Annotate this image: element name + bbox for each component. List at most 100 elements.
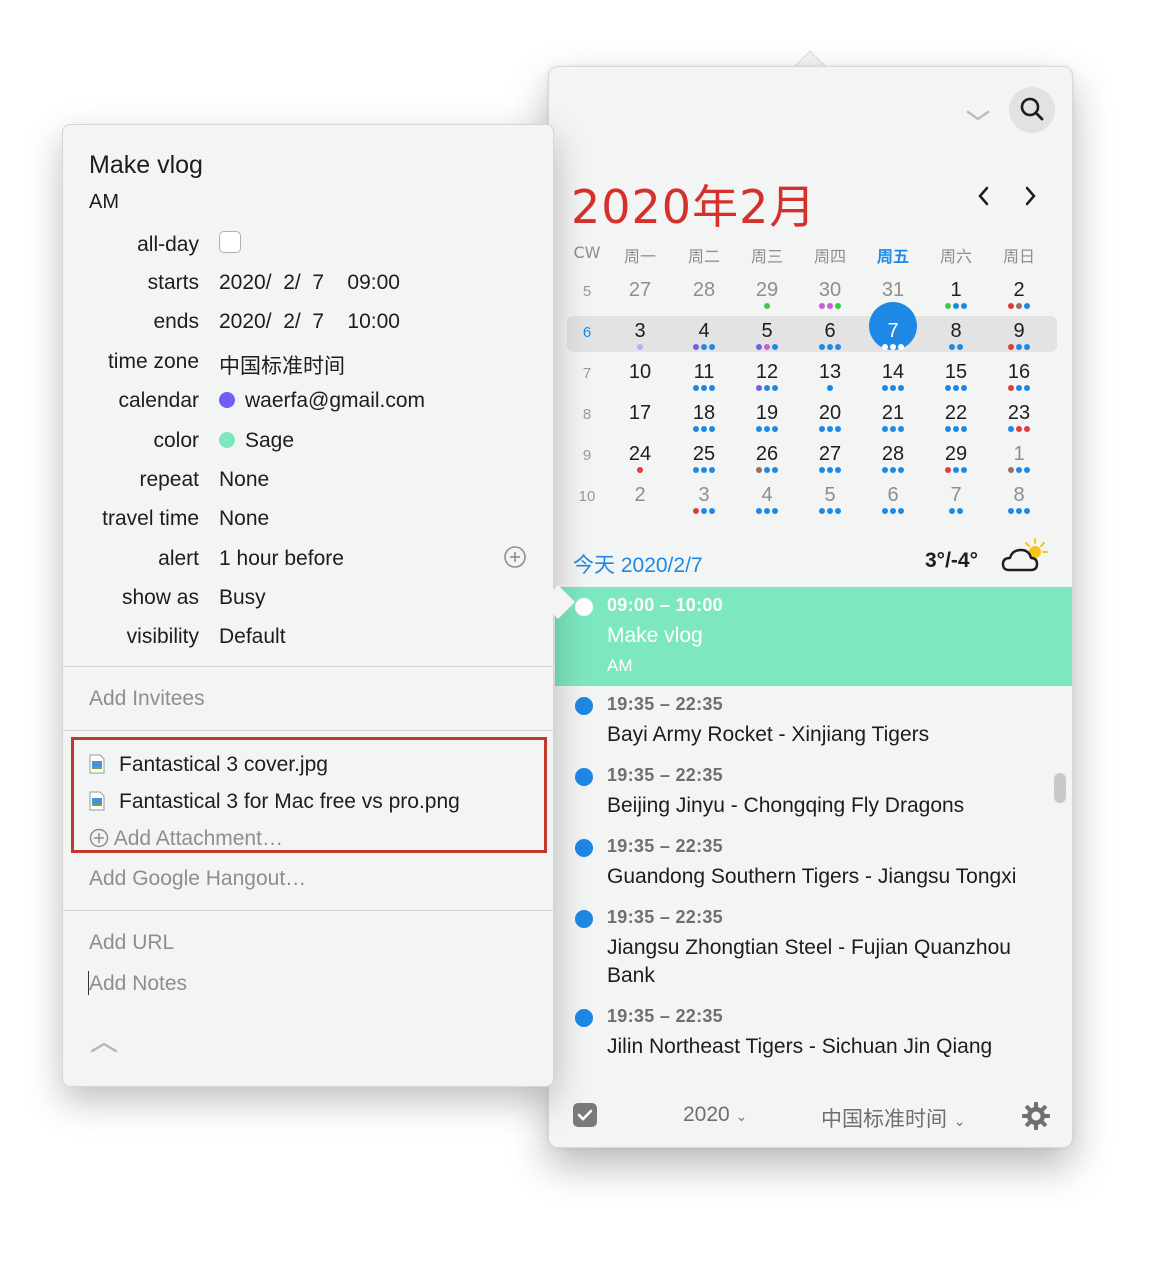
- add-notes-field[interactable]: Add Notes: [89, 972, 187, 996]
- event-dot: [1024, 508, 1030, 514]
- event-dot: [882, 385, 888, 391]
- day-cell[interactable]: 26: [740, 439, 794, 475]
- day-cell[interactable]: 1: [992, 439, 1046, 475]
- event-dot: [961, 303, 967, 309]
- add-url-field[interactable]: Add URL: [89, 931, 174, 955]
- timezone-value[interactable]: 中国标准时间: [219, 350, 345, 380]
- day-number: 31: [881, 279, 905, 301]
- day-cell[interactable]: 7: [929, 480, 983, 516]
- agenda-event[interactable]: 19:35 – 22:35 Guandong Southern Tigers - …: [555, 828, 1072, 899]
- gear-icon[interactable]: [1021, 1101, 1051, 1131]
- year-selector[interactable]: 2020 ⌄: [683, 1103, 747, 1127]
- agenda-scrollbar[interactable]: [1054, 773, 1066, 803]
- day-cell[interactable]: 8: [929, 316, 983, 352]
- event-dot: [827, 426, 833, 432]
- agenda-event[interactable]: 19:35 – 22:35Liaoning Flying Leopards - …: [555, 1069, 1072, 1077]
- weather-temperature: 3°/-4°: [925, 549, 978, 572]
- agenda-event[interactable]: 19:35 – 22:35 Bayi Army Rocket - Xinjiang…: [555, 686, 1072, 757]
- day-cell[interactable]: 29: [740, 275, 794, 311]
- allday-checkbox[interactable]: [219, 231, 241, 253]
- event-title[interactable]: Make vlog: [89, 151, 203, 180]
- show-as-value[interactable]: Busy: [219, 586, 266, 610]
- tasks-checkbox-icon[interactable]: [573, 1103, 597, 1127]
- calendar-picker[interactable]: waerfa@gmail.com: [219, 389, 425, 413]
- timezone-selector[interactable]: 中国标准时间 ⌄: [821, 1103, 965, 1133]
- day-cell[interactable]: 5: [803, 480, 857, 516]
- day-cell[interactable]: 3: [677, 480, 731, 516]
- day-number: 24: [628, 443, 652, 465]
- day-cell[interactable]: 11: [677, 357, 731, 393]
- day-cell[interactable]: 19: [740, 398, 794, 434]
- add-invitees-button[interactable]: Add Invitees: [89, 687, 205, 711]
- day-cell[interactable]: 21: [866, 398, 920, 434]
- day-cell[interactable]: 2: [992, 275, 1046, 311]
- day-cell[interactable]: 28: [677, 275, 731, 311]
- day-cell[interactable]: 2: [613, 480, 667, 516]
- day-number: 5: [824, 484, 836, 506]
- day-cell[interactable]: 5: [740, 316, 794, 352]
- day-cell[interactable]: 10: [613, 357, 667, 393]
- day-cell[interactable]: 4: [740, 480, 794, 516]
- event-dots: [740, 303, 794, 309]
- agenda-event[interactable]: 19:35 – 22:35 Beijing Jinyu - Chongqing F…: [555, 757, 1072, 828]
- event-dot: [882, 467, 888, 473]
- next-month-icon[interactable]: [1019, 185, 1041, 207]
- starts-value[interactable]: 2020/ 2/ 7 09:00: [219, 271, 400, 295]
- day-cell[interactable]: 18: [677, 398, 731, 434]
- day-cell[interactable]: 16: [992, 357, 1046, 393]
- day-cell[interactable]: 20: [803, 398, 857, 434]
- search-button[interactable]: [1009, 87, 1055, 133]
- event-location[interactable]: AM: [89, 191, 119, 214]
- add-alert-icon[interactable]: [503, 545, 527, 569]
- agenda-date-header: 今天 2020/2/7: [573, 554, 703, 577]
- add-hangout-button[interactable]: Add Google Hangout…: [89, 867, 306, 891]
- day-cell[interactable]: 30: [803, 275, 857, 311]
- event-dot: [1016, 467, 1022, 473]
- ends-value[interactable]: 2020/ 2/ 7 10:00: [219, 310, 400, 334]
- collapse-chevron-icon[interactable]: [965, 103, 991, 129]
- visibility-value[interactable]: Default: [219, 625, 286, 649]
- prev-month-icon[interactable]: [973, 185, 995, 207]
- day-cell[interactable]: 24: [613, 439, 667, 475]
- day-cell[interactable]: 12: [740, 357, 794, 393]
- text-cursor: [88, 971, 89, 995]
- day-number: 13: [818, 361, 842, 383]
- event-dot: [709, 385, 715, 391]
- field-travel-time: travel time None: [63, 503, 555, 533]
- day-cell[interactable]: 25: [677, 439, 731, 475]
- day-cell[interactable]: 15: [929, 357, 983, 393]
- event-bullet: [575, 768, 593, 786]
- weekday-label: 周六: [939, 247, 972, 266]
- add-attachment-button[interactable]: Add Attachment…: [89, 827, 283, 851]
- day-cell[interactable]: 29: [929, 439, 983, 475]
- alert-value[interactable]: 1 hour before: [219, 547, 344, 571]
- day-cell-today[interactable]: 7: [866, 302, 920, 352]
- day-cell[interactable]: 17: [613, 398, 667, 434]
- day-cell[interactable]: 13: [803, 357, 857, 393]
- day-cell[interactable]: 28: [866, 439, 920, 475]
- day-cell[interactable]: 27: [803, 439, 857, 475]
- day-cell[interactable]: 23: [992, 398, 1046, 434]
- attachment-item[interactable]: Fantastical 3 cover.jpg: [89, 753, 328, 777]
- agenda-event-selected[interactable]: 09:00 – 10:00 Make vlog AM: [555, 587, 1072, 686]
- day-cell[interactable]: 1: [929, 275, 983, 311]
- day-cell[interactable]: 22: [929, 398, 983, 434]
- day-cell[interactable]: 27: [613, 275, 667, 311]
- day-cell[interactable]: 3: [613, 316, 667, 352]
- day-cell[interactable]: 6: [866, 480, 920, 516]
- event-dots: [613, 508, 667, 514]
- color-picker[interactable]: Sage: [219, 429, 294, 453]
- repeat-value[interactable]: None: [219, 468, 269, 492]
- agenda-event[interactable]: 19:35 – 22:35 Jiangsu Zhongtian Steel - F…: [555, 899, 1072, 998]
- event-dot: [701, 426, 707, 432]
- agenda-event[interactable]: 19:35 – 22:35 Jilin Northeast Tigers - Si…: [555, 998, 1072, 1069]
- attachment-item[interactable]: Fantastical 3 for Mac free vs pro.png: [89, 790, 460, 814]
- collapse-up-chevron-icon[interactable]: [89, 1039, 119, 1055]
- event-dot: [772, 385, 778, 391]
- day-cell[interactable]: 9: [992, 316, 1046, 352]
- day-cell[interactable]: 6: [803, 316, 857, 352]
- day-cell[interactable]: 4: [677, 316, 731, 352]
- day-cell[interactable]: 8: [992, 480, 1046, 516]
- travel-time-value[interactable]: None: [219, 507, 269, 531]
- day-cell[interactable]: 14: [866, 357, 920, 393]
